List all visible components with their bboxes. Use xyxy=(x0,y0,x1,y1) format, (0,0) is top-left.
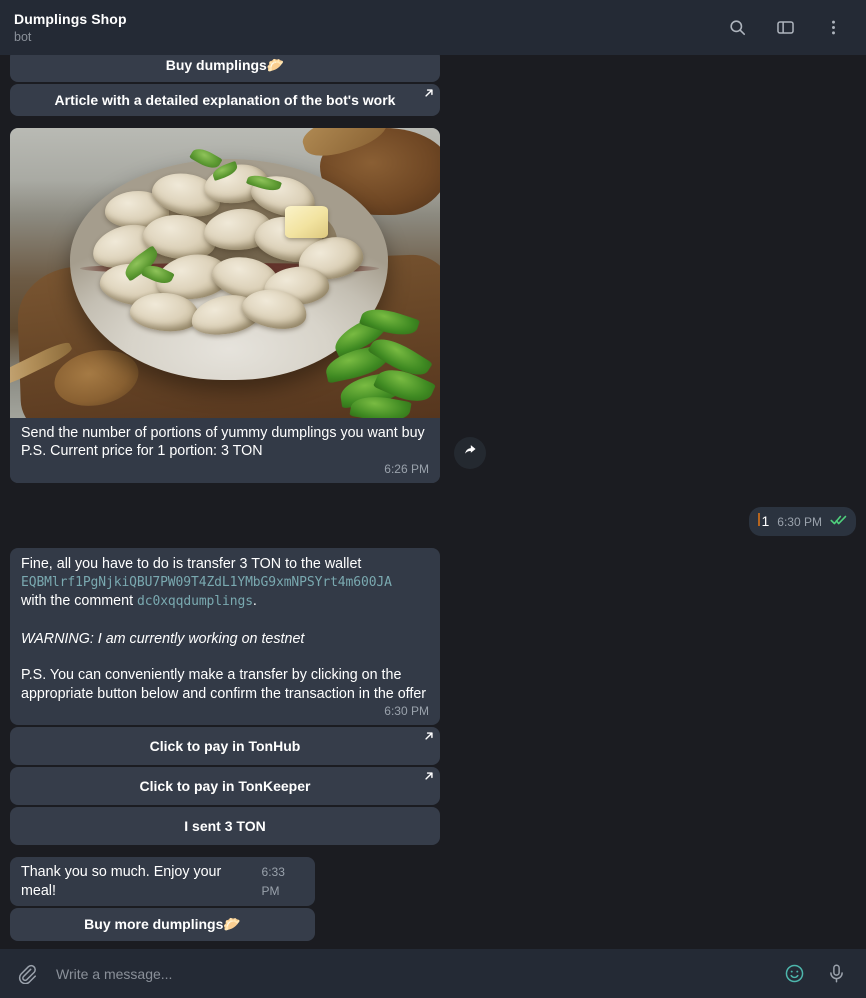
message-timestamp: 6:26 PM xyxy=(384,461,429,476)
inline-button-i-sent-ton[interactable]: I sent 3 TON xyxy=(10,807,440,845)
payment-line-1: Fine, all you have to do is transfer 3 T… xyxy=(21,556,362,572)
payment-comment-suffix: . xyxy=(252,593,257,609)
telegram-chat-window: Dumplings Shop bot Buy dumplings🥟 Articl… xyxy=(0,0,866,998)
microphone-icon[interactable] xyxy=(820,958,852,990)
message-bubble-outgoing[interactable]: 1 6:30 PM xyxy=(748,506,856,536)
payment-comment-code[interactable]: dc0xqqdumplings xyxy=(137,594,253,609)
chat-header-titles[interactable]: Dumplings Shop bot xyxy=(14,11,720,45)
message-row-welcome: Welcome to the best Dumplings Shop in th… xyxy=(10,55,856,116)
message-row-outgoing: 1 6:30 PM xyxy=(10,506,856,536)
inline-button-label: Article with a detailed explanation of t… xyxy=(54,91,396,108)
external-link-icon xyxy=(424,771,434,781)
read-receipt-icon xyxy=(830,514,847,526)
wallet-address[interactable]: EQBMlrf1PgNjkiQBU7PW09T4ZdL1YMbG9xmNPSYr… xyxy=(21,574,429,593)
inline-button-article[interactable]: Article with a detailed explanation of t… xyxy=(10,83,440,116)
chat-subtitle: bot xyxy=(14,29,32,44)
message-input[interactable] xyxy=(52,965,768,982)
dumplings-photo[interactable] xyxy=(10,127,440,418)
inline-button-label: Buy more dumplings🥟 xyxy=(84,916,241,932)
message-list-inner: Welcome to the best Dumplings Shop in th… xyxy=(0,55,866,949)
message-timestamp: 6:33 PM xyxy=(261,865,285,898)
message-bubble-photo[interactable]: Send the number of portions of yummy dum… xyxy=(10,127,440,483)
more-options-icon[interactable] xyxy=(816,11,850,45)
message-group-photo: Send the number of portions of yummy dum… xyxy=(10,127,440,483)
sidebar-toggle-icon[interactable] xyxy=(768,11,802,45)
message-bubble-payment[interactable]: Fine, all you have to do is transfer 3 T… xyxy=(10,548,440,725)
emoji-icon[interactable] xyxy=(778,958,810,990)
message-group-payment: Fine, all you have to do is transfer 3 T… xyxy=(10,548,440,845)
message-timestamp: 6:30 PM xyxy=(777,514,822,529)
forward-button[interactable] xyxy=(454,436,486,469)
message-row-thanks: Thank you so much. Enjoy your meal! 6:33… xyxy=(10,857,856,941)
butter-cube xyxy=(285,205,329,238)
message-bubble-thanks[interactable]: Thank you so much. Enjoy your meal! 6:33… xyxy=(10,857,315,906)
outgoing-message-text: 1 xyxy=(757,512,770,529)
payment-warning: WARNING: I am currently working on testn… xyxy=(21,630,305,647)
attach-icon[interactable] xyxy=(10,958,42,990)
payment-line-6: appropriate button below and confirm the… xyxy=(21,685,427,702)
payment-line-5: P.S. You can conveniently make a transfe… xyxy=(21,667,402,683)
external-link-icon xyxy=(424,731,434,741)
inline-button-buy-more-dumplings[interactable]: Buy more dumplings🥟 xyxy=(10,908,315,941)
message-composer xyxy=(0,949,866,998)
payment-comment-line: with the comment dc0xqqdumplings. xyxy=(21,592,429,612)
header-actions xyxy=(720,11,850,45)
inline-button-buy-dumplings[interactable]: Buy dumplings🥟 xyxy=(10,55,440,82)
message-row-payment: Fine, all you have to do is transfer 3 T… xyxy=(10,548,856,845)
inline-button-label: Click to pay in TonHub xyxy=(149,738,301,754)
photo-caption: Send the number of portions of yummy dum… xyxy=(10,417,440,483)
thanks-text: Thank you so much. Enjoy your meal! xyxy=(21,864,222,899)
chat-header: Dumplings Shop bot xyxy=(0,0,866,55)
photo-caption-line-2: P.S. Current price for 1 portion: 3 TON xyxy=(21,443,263,459)
message-group-welcome: Welcome to the best Dumplings Shop in th… xyxy=(10,55,440,116)
inline-button-label: Click to pay in TonKeeper xyxy=(139,778,311,794)
search-icon[interactable] xyxy=(720,11,754,45)
parsley-bunch xyxy=(320,302,440,418)
page-title: Dumplings Shop xyxy=(14,10,127,27)
payment-comment-prefix: with the comment xyxy=(21,593,138,609)
message-group-thanks: Thank you so much. Enjoy your meal! 6:33… xyxy=(10,857,315,941)
message-timestamp: 6:30 PM xyxy=(384,704,429,718)
external-link-icon xyxy=(424,88,434,98)
inline-button-label: I sent 3 TON xyxy=(184,818,266,834)
message-list[interactable]: Welcome to the best Dumplings Shop in th… xyxy=(0,55,866,949)
inline-button-label: Buy dumplings🥟 xyxy=(165,56,285,73)
inline-button-pay-tonkeeper[interactable]: Click to pay in TonKeeper xyxy=(10,767,440,805)
photo-caption-line-1: Send the number of portions of yummy dum… xyxy=(21,424,425,441)
message-row-photo: Send the number of portions of yummy dum… xyxy=(10,127,856,483)
forward-icon xyxy=(463,443,478,463)
inline-button-pay-tonhub[interactable]: Click to pay in TonHub xyxy=(10,727,440,765)
